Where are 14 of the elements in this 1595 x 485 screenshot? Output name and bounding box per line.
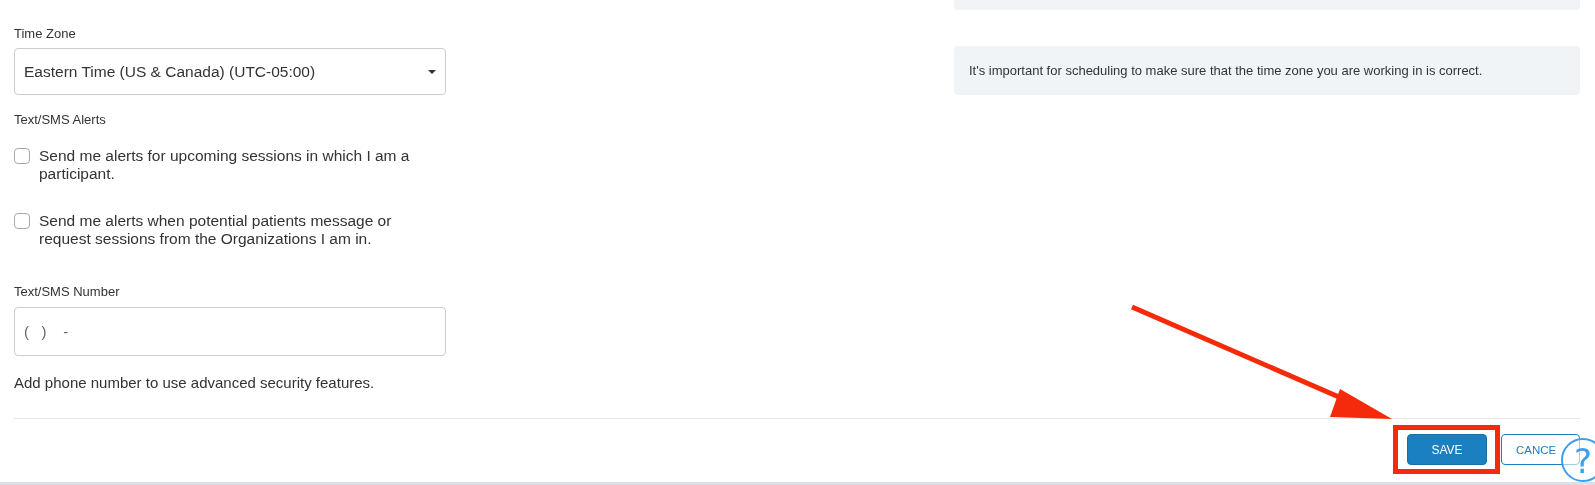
field-label: Time Zone (14, 26, 77, 41)
field-label: Text/SMS Number (14, 284, 121, 299)
field-label: Text/SMS Alerts (14, 112, 107, 127)
info-note: It's important for scheduling to make sure that the time zone you are working in is correct. (954, 46, 1580, 95)
checkbox-label: Send me alerts for upcoming sessions in which I am a participant. (39, 147, 411, 183)
checkbox[interactable] (14, 148, 30, 164)
hint-text: Add phone number to use advanced security features. (14, 374, 376, 391)
caret-icon (428, 69, 436, 74)
checkbox-label: Send me alerts when potential patients message or request sessions from the Organizations I am in. (39, 212, 393, 248)
save-button[interactable]: SAVE (1407, 434, 1487, 465)
timezone-dropdown[interactable]: Eastern Time (US & Canada) (UTC-05:00) (14, 48, 446, 95)
phone-input-field[interactable]: ( ) - (14, 307, 446, 356)
help-button[interactable]: ? (1561, 438, 1595, 482)
checkbox[interactable] (14, 213, 30, 229)
